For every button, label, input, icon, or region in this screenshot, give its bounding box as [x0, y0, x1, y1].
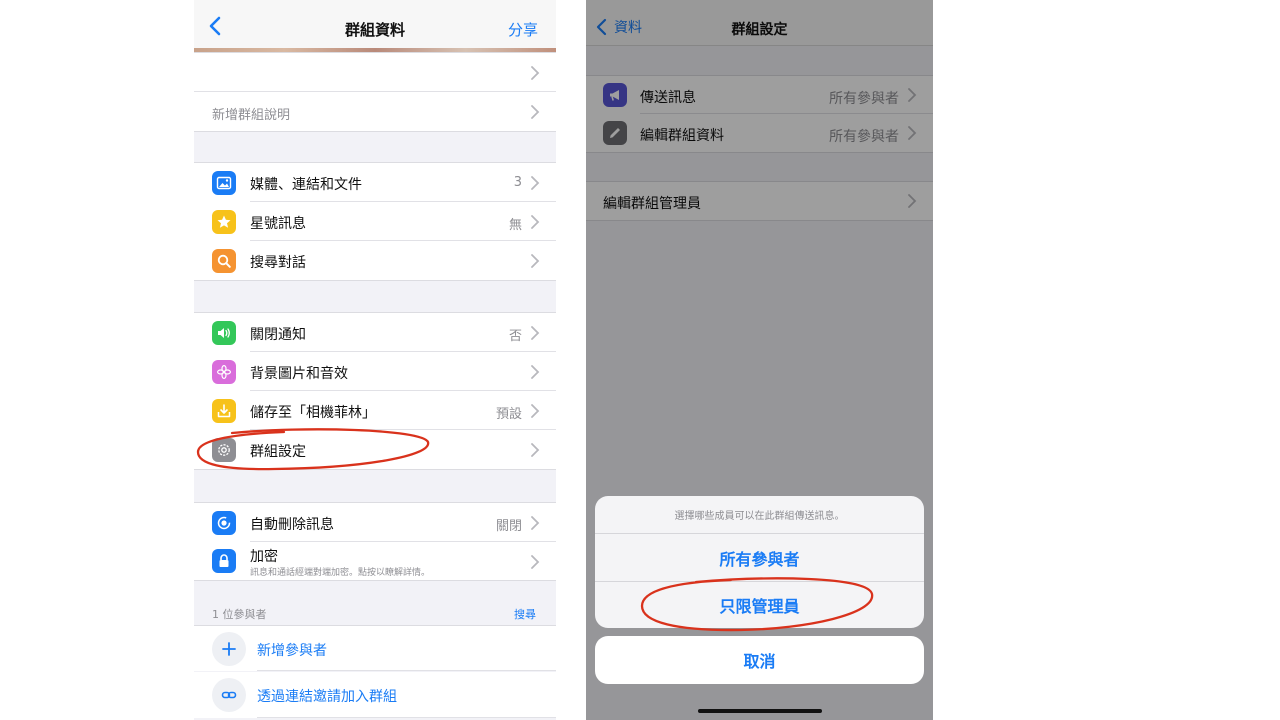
add-participant-row[interactable]: 新增參與者 [194, 625, 556, 671]
settings-section: 關閉通知 否 背景圖片和音效 儲存至「相機菲林」 預設 群組設定 [194, 312, 556, 470]
wallpaper-label: 背景圖片和音效 [250, 366, 348, 382]
add-participant-label: 新增參與者 [257, 643, 327, 659]
media-row[interactable]: 媒體、連結和文件 3 [194, 163, 556, 202]
speaker-icon [212, 321, 236, 345]
chevron-right-icon [531, 555, 540, 569]
participant-search-link[interactable]: 搜尋 [514, 606, 536, 622]
chevron-right-icon [531, 105, 540, 119]
admins-only-option[interactable]: 只限管理員 [595, 581, 924, 628]
participant-count: 1 位參與者 [212, 608, 267, 621]
save-to-camera-roll-row[interactable]: 儲存至「相機菲林」 預設 [194, 391, 556, 430]
chevron-right-icon [531, 176, 540, 190]
starred-row[interactable]: 星號訊息 無 [194, 202, 556, 241]
wallpaper-row[interactable]: 背景圖片和音效 [194, 352, 556, 391]
starred-label: 星號訊息 [250, 216, 306, 232]
mute-row[interactable]: 關閉通知 否 [194, 313, 556, 352]
chevron-right-icon [531, 516, 540, 530]
search-chat-label: 搜尋對話 [250, 255, 306, 271]
group-settings-screen: 資料 群組設定 傳送訊息 所有參與者 編輯群組資料 所有參與者 編輯群組管理員 [586, 0, 933, 720]
download-icon [212, 399, 236, 423]
group-name-row[interactable] [194, 53, 556, 92]
home-indicator [698, 709, 822, 713]
save-to-camera-roll-label: 儲存至「相機菲林」 [250, 405, 376, 421]
plus-icon [212, 632, 246, 666]
navigation-bar: 群組資料 分享 [194, 0, 556, 50]
chevron-right-icon [531, 66, 540, 80]
encryption-label: 加密 [250, 549, 278, 565]
media-count: 3 [513, 175, 522, 190]
search-icon [212, 249, 236, 273]
action-sheet-message: 選擇哪些成員可以在此群組傳送訊息。 [595, 496, 924, 534]
starred-value: 無 [508, 218, 522, 233]
add-description-row[interactable]: 新增群組說明 [194, 92, 556, 131]
encryption-sublabel: 訊息和通話經端對端加密。點按以瞭解詳情。 [250, 568, 431, 578]
cancel-button[interactable]: 取消 [595, 636, 924, 684]
share-button[interactable]: 分享 [508, 19, 538, 40]
chevron-right-icon [531, 404, 540, 418]
disappearing-messages-label: 自動刪除訊息 [250, 517, 334, 533]
disappearing-messages-value: 關閉 [495, 519, 522, 534]
chevron-right-icon [531, 254, 540, 268]
group-name-section: 新增群組說明 [194, 52, 556, 132]
group-settings-label: 群組設定 [250, 444, 306, 460]
mute-label: 關閉通知 [250, 327, 306, 343]
action-sheet: 選擇哪些成員可以在此群組傳送訊息。 所有參與者 只限管理員 [595, 496, 924, 628]
photo-icon [212, 171, 236, 195]
link-icon [212, 678, 246, 712]
search-chat-row[interactable]: 搜尋對話 [194, 241, 556, 280]
disappearing-messages-row[interactable]: 自動刪除訊息 關閉 [194, 503, 556, 542]
encryption-row[interactable]: 加密 訊息和通話經端對端加密。點按以瞭解詳情。 [194, 542, 556, 580]
flower-icon [212, 360, 236, 384]
timer-icon [212, 511, 236, 535]
chevron-right-icon [531, 365, 540, 379]
media-label: 媒體、連結和文件 [250, 177, 362, 193]
page-title: 群組資料 [344, 21, 405, 39]
invite-link-label: 透過連結邀請加入群組 [257, 689, 397, 705]
star-icon [212, 210, 236, 234]
group-info-screen: 群組資料 分享 新增群組說明 媒體、連結和文件 3 星號訊息 無 搜尋對話 關閉… [194, 0, 556, 720]
media-section: 媒體、連結和文件 3 星號訊息 無 搜尋對話 [194, 162, 556, 281]
save-to-camera-roll-value: 預設 [495, 407, 522, 422]
all-participants-option[interactable]: 所有參與者 [595, 534, 924, 581]
add-description-label: 新增群組說明 [212, 108, 291, 123]
lock-icon [212, 549, 236, 573]
invite-link-row[interactable]: 透過連結邀請加入群組 [194, 672, 556, 718]
privacy-section: 自動刪除訊息 關閉 加密 訊息和通話經端對端加密。點按以瞭解詳情。 [194, 502, 556, 581]
gear-icon [212, 438, 236, 462]
chevron-right-icon [531, 326, 540, 340]
chevron-right-icon [531, 215, 540, 229]
mute-value: 否 [508, 329, 522, 344]
chevron-right-icon [531, 443, 540, 457]
group-settings-row[interactable]: 群組設定 [194, 430, 556, 469]
